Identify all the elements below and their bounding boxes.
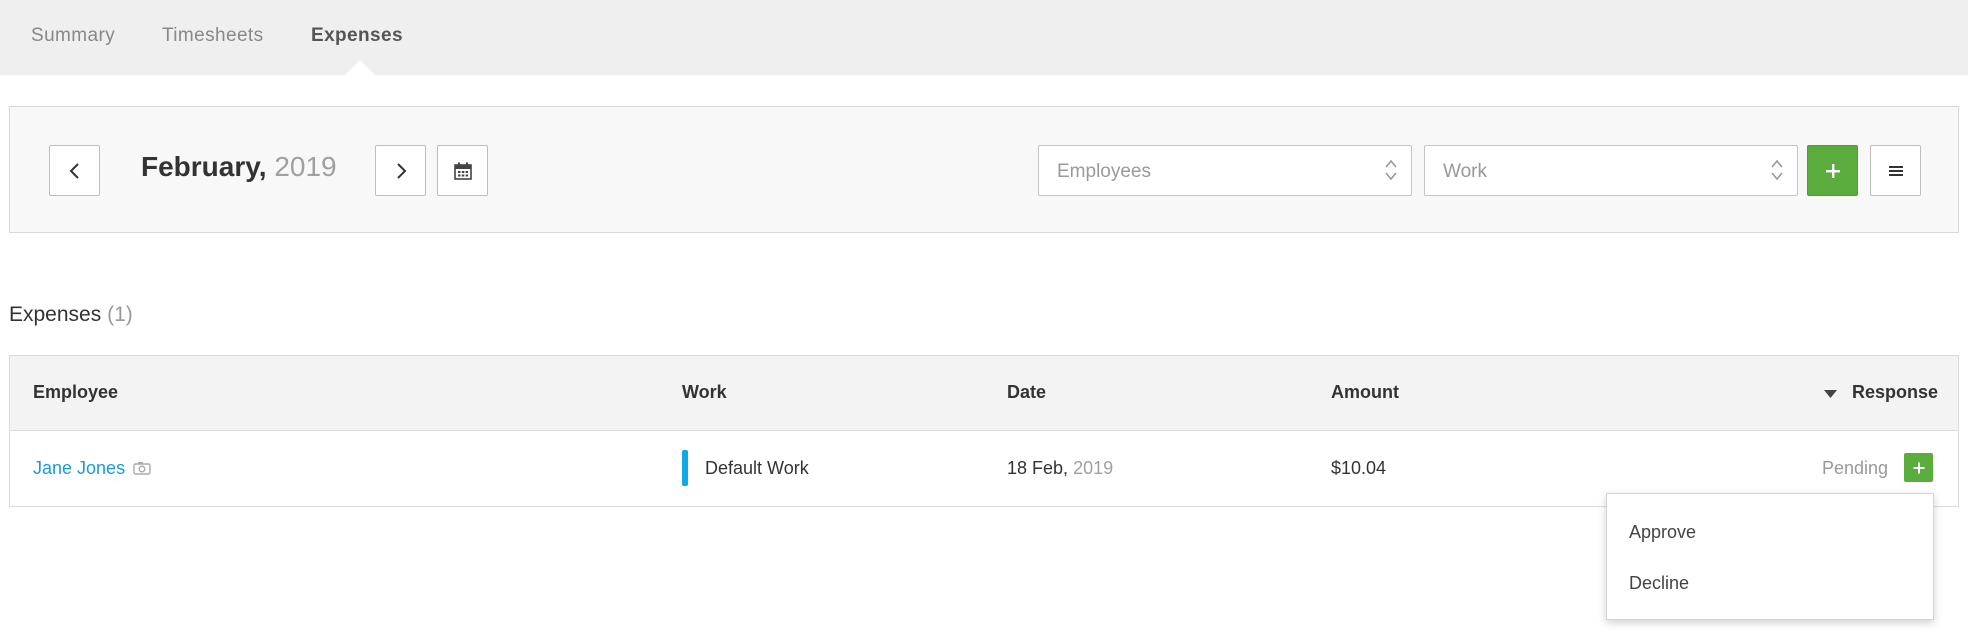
- expense-amount: $10.04: [1331, 458, 1387, 478]
- date-day: 18 Feb,: [1007, 458, 1069, 478]
- select-arrows-icon: [1771, 159, 1783, 181]
- table-header: Employee Work Date Amount Response: [10, 356, 1958, 431]
- caret-down-icon[interactable]: [1824, 389, 1837, 399]
- add-expense-button[interactable]: [1807, 145, 1858, 196]
- work-name: Default Work: [705, 458, 809, 478]
- work-select-placeholder: Work: [1443, 161, 1487, 182]
- work-color-bar: [682, 450, 688, 486]
- response-dropdown-menu: Approve Decline: [1606, 493, 1934, 620]
- chevron-left-icon: [69, 162, 79, 179]
- column-header-response[interactable]: Response: [1852, 382, 1938, 403]
- employees-select[interactable]: Employees: [1038, 145, 1412, 196]
- expense-date: 18 Feb, 2019: [1007, 458, 1113, 479]
- date-year: 2019: [1073, 458, 1114, 478]
- plus-icon: [1825, 163, 1840, 178]
- plus-icon: [1913, 462, 1924, 473]
- approve-menu-item[interactable]: Approve: [1629, 522, 1696, 543]
- decline-menu-item[interactable]: Decline: [1629, 573, 1689, 594]
- response-add-button[interactable]: [1904, 453, 1933, 482]
- hamburger-menu-icon: [1888, 165, 1903, 176]
- column-header-employee[interactable]: Employee: [33, 382, 118, 403]
- year-label: 2019: [274, 151, 337, 182]
- expenses-section-title: Expenses (1): [9, 303, 133, 327]
- tab-summary[interactable]: Summary: [31, 25, 115, 47]
- date-filter-toolbar: February, 2019 Employees Work: [9, 106, 1959, 233]
- section-title-label: Expenses: [9, 303, 102, 326]
- active-tab-indicator: [345, 60, 375, 75]
- column-header-amount[interactable]: Amount: [1331, 382, 1399, 403]
- employees-select-placeholder: Employees: [1057, 161, 1151, 182]
- previous-month-button[interactable]: [49, 145, 100, 196]
- expenses-table: Employee Work Date Amount Response Jane …: [9, 355, 1959, 507]
- tab-expenses[interactable]: Expenses: [311, 25, 403, 47]
- response-status: Pending: [1822, 458, 1889, 478]
- select-arrows-icon: [1385, 159, 1397, 181]
- employee-name-link[interactable]: Jane Jones: [33, 458, 125, 479]
- calendar-icon: [453, 162, 472, 180]
- calendar-button[interactable]: [437, 145, 488, 196]
- list-menu-button[interactable]: [1870, 145, 1921, 196]
- chevron-right-icon: [396, 162, 406, 179]
- expenses-count: (1): [107, 303, 133, 326]
- tab-timesheets[interactable]: Timesheets: [162, 25, 264, 47]
- work-select[interactable]: Work: [1424, 145, 1798, 196]
- month-title: February, 2019: [141, 151, 337, 183]
- camera-icon[interactable]: [133, 461, 151, 475]
- top-tab-bar: Summary Timesheets Expenses: [0, 0, 1968, 75]
- next-month-button[interactable]: [375, 145, 426, 196]
- month-label: February,: [141, 151, 267, 182]
- column-header-work[interactable]: Work: [682, 382, 727, 403]
- column-header-date[interactable]: Date: [1007, 382, 1046, 403]
